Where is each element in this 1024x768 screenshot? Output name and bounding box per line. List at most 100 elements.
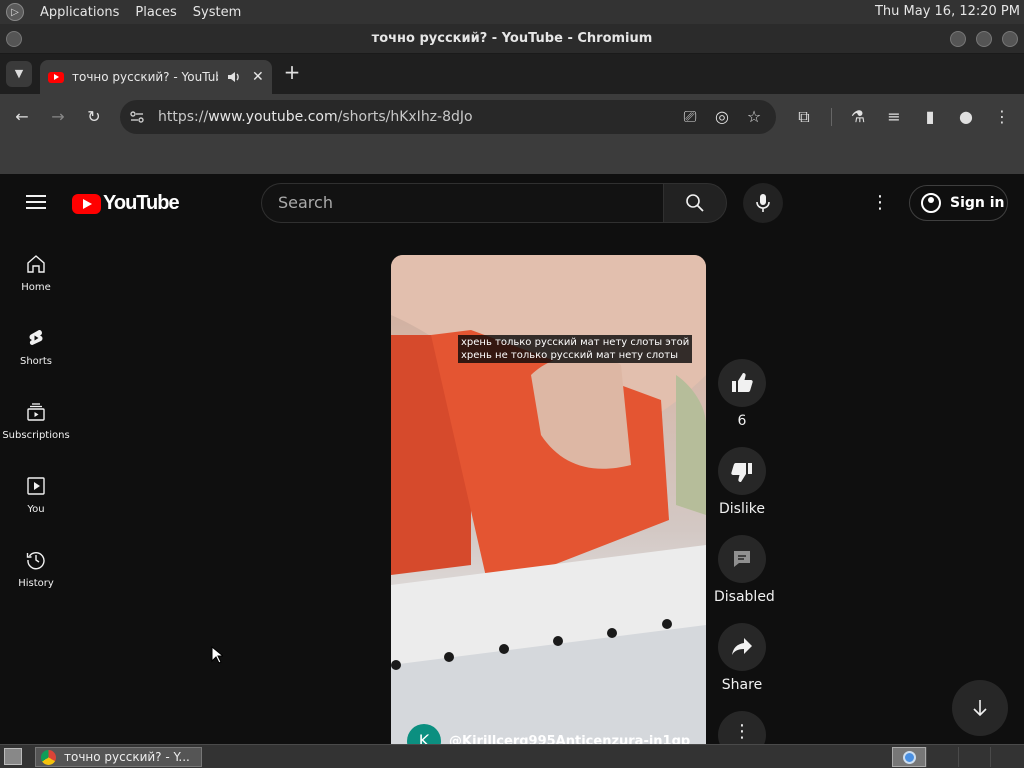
guide-menu-icon[interactable] bbox=[26, 195, 46, 209]
guide-item-you[interactable]: You bbox=[0, 476, 72, 550]
chromium-icon bbox=[41, 750, 56, 765]
tab-search-button[interactable]: ▼ bbox=[6, 61, 32, 87]
share-circle[interactable] bbox=[718, 623, 766, 671]
shorts-video-player[interactable]: хрень только русский мат нету слоты этой… bbox=[391, 255, 706, 744]
distro-logo-icon[interactable]: ▷ bbox=[6, 3, 24, 21]
mouse-pointer-icon bbox=[211, 646, 223, 664]
youtube-favicon-icon bbox=[48, 71, 64, 83]
labs-flask-icon[interactable]: ⚗ bbox=[846, 105, 870, 129]
workspace-switcher-1[interactable] bbox=[892, 747, 926, 767]
window-titlebar[interactable]: точно русский? - YouTube - Chromium bbox=[0, 24, 1024, 54]
sign-in-label: Sign in bbox=[950, 195, 1005, 211]
window-menu-button[interactable] bbox=[6, 31, 22, 47]
comments-circle[interactable] bbox=[718, 535, 766, 583]
dislike-button[interactable]: Dislike bbox=[714, 447, 770, 517]
video-frame bbox=[391, 255, 706, 744]
guide-item-history[interactable]: History bbox=[0, 550, 72, 624]
tab-active[interactable]: точно русский? - YouTube ✕ bbox=[40, 60, 272, 94]
caption-line-2: хрень не только русский мат нету слоты bbox=[461, 350, 678, 361]
browser-menu-icon[interactable]: ⋮ bbox=[990, 105, 1014, 129]
panel-menus: Applications Places System bbox=[32, 0, 249, 24]
minimize-button[interactable] bbox=[950, 31, 966, 47]
close-tab-icon[interactable]: ✕ bbox=[252, 69, 264, 85]
voice-search-button[interactable] bbox=[743, 183, 783, 223]
url-prefix: https:// bbox=[158, 109, 209, 125]
guide-item-shorts[interactable]: Shorts bbox=[0, 328, 72, 402]
guide-label-subscriptions: Subscriptions bbox=[2, 430, 70, 441]
panel-clock[interactable]: Thu May 16, 12:20 PM bbox=[875, 0, 1020, 24]
applications-menu[interactable]: Applications bbox=[32, 5, 127, 20]
forward-arrow-icon[interactable]: → bbox=[46, 105, 70, 129]
youtube-logo[interactable]: YouTube bbox=[72, 192, 180, 215]
search-input[interactable]: Search bbox=[261, 183, 663, 223]
comments-disabled-label: Disabled bbox=[714, 589, 775, 605]
dislike-label: Dislike bbox=[719, 501, 765, 517]
thumbs-down-icon bbox=[731, 463, 752, 482]
caption-line-1: хрень только русский мат нету слоты этой bbox=[461, 337, 690, 348]
bottom-taskbar: точно русский? - Y... bbox=[0, 744, 1024, 768]
tracking-protection-icon[interactable]: ◎ bbox=[710, 105, 734, 129]
shorts-icon bbox=[29, 329, 43, 345]
places-menu[interactable]: Places bbox=[127, 5, 184, 20]
search-icon bbox=[686, 194, 704, 212]
maximize-button[interactable] bbox=[976, 31, 992, 47]
guide-label-shorts: Shorts bbox=[19, 356, 53, 367]
profile-icon[interactable]: ● bbox=[954, 105, 978, 129]
guide-label-you: You bbox=[27, 504, 45, 515]
caption-overlay: хрень только русский мат нету слоты этой… bbox=[458, 335, 693, 363]
guide-item-home[interactable]: Home bbox=[0, 254, 72, 328]
more-actions-button[interactable]: ⋮ bbox=[714, 711, 770, 744]
taskbar-window-button[interactable]: точно русский? - Y... bbox=[35, 747, 202, 767]
browser-toolbar: ← → ↻ https://www.youtube.com/shorts/hKx… bbox=[0, 94, 1024, 140]
share-label: Share bbox=[721, 677, 763, 693]
sign-in-button[interactable]: Sign in bbox=[909, 185, 1008, 221]
workspace-switcher-2[interactable] bbox=[926, 747, 956, 767]
guide-item-subscriptions[interactable]: Subscriptions bbox=[0, 402, 72, 476]
like-circle[interactable] bbox=[718, 359, 766, 407]
site-info-icon[interactable] bbox=[129, 109, 145, 125]
account-circle-icon bbox=[921, 193, 941, 213]
history-icon bbox=[26, 552, 45, 570]
like-button[interactable]: 6 bbox=[714, 359, 770, 429]
search-button[interactable] bbox=[663, 183, 727, 223]
youtube-page: YouTube Search ⋮ Sign in Home Shorts Sub… bbox=[0, 174, 1024, 744]
more-vert-icon: ⋮ bbox=[733, 721, 751, 742]
reload-icon[interactable]: ↻ bbox=[82, 105, 106, 129]
settings-more-icon[interactable]: ⋮ bbox=[870, 192, 890, 213]
bookmark-star-icon[interactable]: ☆ bbox=[742, 105, 766, 129]
system-menu[interactable]: System bbox=[185, 5, 249, 20]
back-arrow-icon[interactable]: ← bbox=[10, 105, 34, 129]
youtube-play-logo-icon bbox=[72, 193, 101, 214]
next-short-button[interactable] bbox=[952, 680, 1008, 736]
share-button[interactable]: Share bbox=[714, 623, 770, 693]
tab-title: точно русский? - YouTube bbox=[72, 70, 218, 84]
chromium-mini-icon bbox=[903, 751, 916, 764]
workspace-switcher-3[interactable] bbox=[958, 747, 988, 767]
subscriptions-icon bbox=[27, 403, 45, 421]
new-tab-button[interactable]: + bbox=[282, 60, 302, 84]
extensions-icon[interactable]: ⧉ bbox=[792, 105, 816, 129]
media-controls-icon[interactable]: ≡ bbox=[882, 105, 906, 129]
url-path: /shorts/hKxIhz-8dJo bbox=[337, 109, 473, 125]
microphone-icon bbox=[756, 194, 770, 212]
channel-handle[interactable]: @Kirillcerg995Anticenzura-in1qp bbox=[449, 734, 690, 744]
toolbar-spacer bbox=[0, 140, 1024, 174]
comments-button[interactable]: Disabled bbox=[714, 535, 775, 605]
chevron-down-icon: ▼ bbox=[14, 67, 24, 80]
tab-strip: ▼ точно русский? - YouTube ✕ + bbox=[0, 54, 1024, 94]
more-actions-circle[interactable]: ⋮ bbox=[718, 711, 766, 744]
speaker-icon[interactable] bbox=[226, 69, 242, 85]
arrow-down-icon bbox=[973, 700, 987, 717]
close-window-button[interactable] bbox=[1002, 31, 1018, 47]
taskbar-window-label: точно русский? - Y... bbox=[64, 750, 190, 764]
url-text[interactable]: https://www.youtube.com/shorts/hKxIhz-8d… bbox=[158, 100, 473, 134]
you-icon bbox=[27, 477, 45, 495]
address-bar[interactable]: https://www.youtube.com/shorts/hKxIhz-8d… bbox=[120, 100, 776, 134]
show-desktop-icon[interactable] bbox=[4, 748, 22, 765]
side-panel-icon[interactable]: ▮ bbox=[918, 105, 942, 129]
workspace-switcher-4[interactable] bbox=[990, 747, 1020, 767]
thumbs-up-icon bbox=[732, 373, 753, 392]
install-app-icon[interactable]: ⎚ bbox=[678, 105, 702, 129]
dislike-circle[interactable] bbox=[718, 447, 766, 495]
top-panel: ▷ Applications Places System Thu May 16,… bbox=[0, 0, 1024, 24]
